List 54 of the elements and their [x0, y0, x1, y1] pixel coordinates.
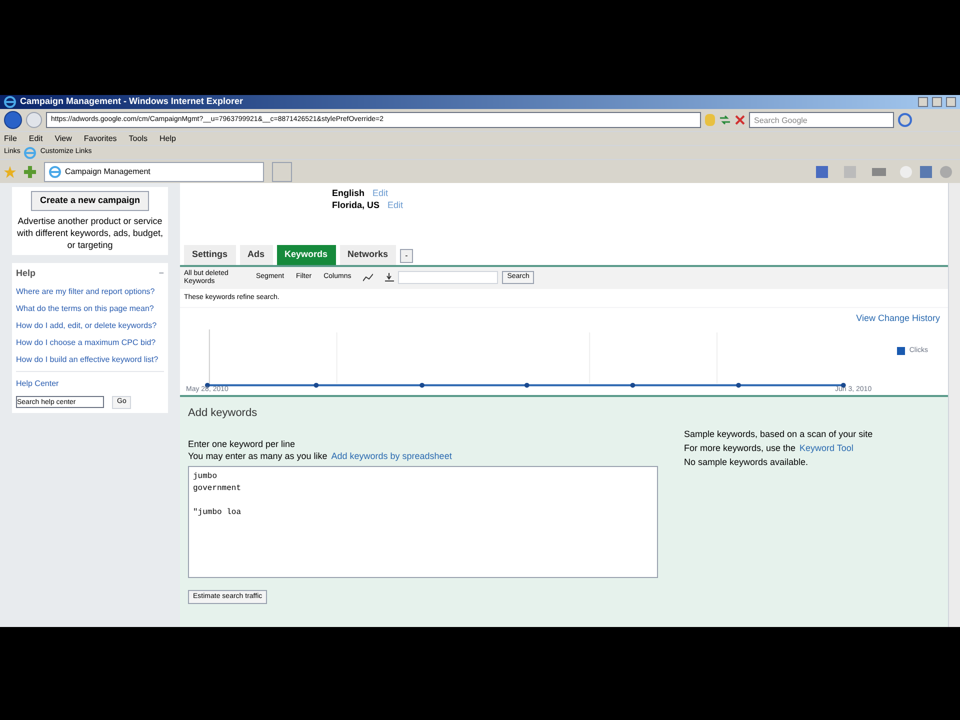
- help-link[interactable]: Where are my filter and report options?: [16, 286, 164, 297]
- menu-item[interactable]: File: [4, 132, 17, 144]
- help-center-link[interactable]: Help Center: [16, 378, 164, 390]
- menu-item[interactable]: Favorites: [84, 132, 117, 144]
- browser-logo-icon: [49, 166, 61, 178]
- campaign-setting-label: Florida, US: [332, 199, 380, 211]
- tab[interactable]: Networks: [340, 245, 396, 264]
- keyword-search-field[interactable]: [398, 271, 498, 284]
- chart-icon[interactable]: [363, 273, 374, 282]
- help-link[interactable]: What do the terms on this page mean?: [16, 303, 164, 314]
- sample-keywords-text: Sample keywords, based on a scan of your site: [684, 428, 873, 441]
- download-icon[interactable]: [385, 273, 394, 282]
- menu-item[interactable]: Tools: [128, 132, 148, 144]
- help-title: Help: [16, 266, 36, 280]
- collapse-button[interactable]: −: [158, 266, 164, 280]
- tab[interactable]: Settings: [184, 245, 236, 264]
- instruction-text: You may enter as many as you like: [188, 450, 328, 462]
- browser-logo-icon: [24, 146, 36, 158]
- minimize-button[interactable]: [918, 97, 928, 107]
- help-link[interactable]: How do I build an effective keyword list?: [16, 354, 164, 365]
- add-keywords-title: Add keywords: [188, 406, 258, 421]
- campaign-setting-label: English: [332, 187, 365, 199]
- scrollbar[interactable]: [948, 183, 960, 627]
- refresh-icon[interactable]: [719, 115, 731, 125]
- instruction-text: Enter one keyword per line: [188, 438, 296, 450]
- menu-item[interactable]: Help: [159, 132, 176, 144]
- tab[interactable]: Keywords: [276, 245, 336, 264]
- help-link[interactable]: How do I choose a maximum CPC bid?: [16, 337, 164, 348]
- create-campaign-button[interactable]: Create a new campaign: [30, 191, 150, 210]
- menu-item[interactable]: Edit: [28, 132, 43, 144]
- keyword-tool-link[interactable]: Keyword Tool: [800, 441, 854, 455]
- browser-tab[interactable]: Campaign Management: [44, 162, 264, 182]
- sample-keywords-text: For more keywords, use the: [684, 442, 796, 455]
- sample-keywords-text: No sample keywords available.: [684, 456, 810, 469]
- spreadsheet-link[interactable]: Add keywords by spreadsheet: [331, 450, 452, 462]
- view-change-history-link[interactable]: View Change History: [856, 312, 940, 326]
- more-tabs-button[interactable]: -: [400, 248, 413, 262]
- forward-button[interactable]: [26, 112, 42, 128]
- favorites-star-icon[interactable]: [4, 166, 16, 178]
- window-title: Campaign Management - Windows Internet Explorer: [20, 95, 243, 108]
- maximize-button[interactable]: [932, 97, 942, 107]
- browser-logo-icon: [4, 96, 16, 108]
- stop-icon[interactable]: [735, 115, 745, 125]
- keywords-field[interactable]: jumbo government "jumbo loa: [188, 466, 658, 578]
- tab[interactable]: Ads: [240, 245, 273, 264]
- back-button[interactable]: [4, 111, 22, 129]
- close-button[interactable]: [946, 97, 956, 107]
- search-field[interactable]: Search Google: [749, 112, 894, 128]
- menu-item[interactable]: View: [54, 132, 72, 144]
- help-link[interactable]: How do I add, edit, or delete keywords?: [16, 320, 164, 331]
- create-campaign-description: Advertise another product or service with different keywords, ads, budget, or targeting: [16, 214, 164, 250]
- new-tab-button[interactable]: [272, 162, 292, 182]
- legend-swatch: [897, 346, 906, 355]
- add-favorite-icon[interactable]: [24, 166, 36, 178]
